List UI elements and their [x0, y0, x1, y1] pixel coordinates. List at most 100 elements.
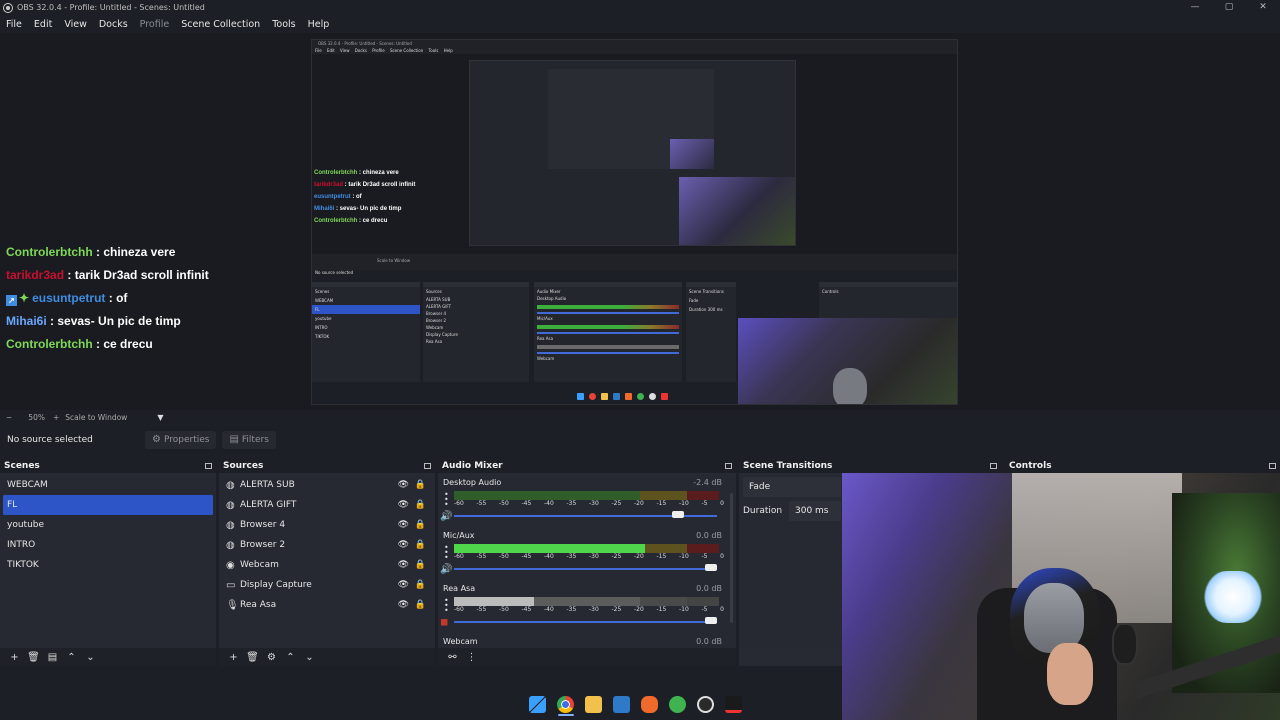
- obs-icon[interactable]: [697, 695, 714, 713]
- chevron-up-icon[interactable]: ⌃: [62, 652, 81, 663]
- nested-meter: [537, 345, 679, 349]
- chevron-down-icon[interactable]: ▼: [157, 413, 163, 422]
- chevron-down-icon[interactable]: ⌄: [81, 652, 100, 663]
- scene-item-tiktok[interactable]: TIKTOK: [0, 555, 216, 575]
- windows-start-icon[interactable]: [529, 695, 546, 713]
- lock-icon[interactable]: 🔒: [415, 500, 426, 510]
- menu-profile[interactable]: Profile: [134, 19, 176, 30]
- source-item[interactable]: ◍ Browser 2 👁 🔒: [219, 535, 435, 555]
- add-icon[interactable]: +: [224, 652, 243, 663]
- minimize-button[interactable]: —: [1178, 0, 1212, 15]
- eye-icon[interactable]: 👁: [398, 600, 409, 610]
- more-icon[interactable]: ⋮: [462, 652, 481, 663]
- close-button[interactable]: ✕: [1246, 0, 1280, 15]
- duration-input[interactable]: 300 ms: [789, 501, 841, 521]
- volume-slider[interactable]: [454, 568, 717, 570]
- menu-edit[interactable]: Edit: [28, 19, 58, 30]
- channel-menu-icon[interactable]: • • •: [444, 491, 449, 509]
- add-icon[interactable]: +: [5, 652, 24, 663]
- source-item[interactable]: ◉ Webcam 👁 🔒: [219, 555, 435, 575]
- menu-file[interactable]: File: [0, 19, 28, 30]
- trash-icon[interactable]: 🗑: [243, 652, 262, 663]
- speaker-icon[interactable]: 🔊: [440, 511, 452, 522]
- lock-icon[interactable]: 🔒: [415, 600, 426, 610]
- source-item[interactable]: ◍ Browser 4 👁 🔒: [219, 515, 435, 535]
- scene-item-fl[interactable]: FL: [3, 495, 213, 515]
- volume-slider-handle[interactable]: [705, 617, 717, 624]
- nested-transition-type: Fade: [689, 298, 699, 303]
- chevron-up-icon[interactable]: ⌃: [281, 652, 300, 663]
- scenes-toolbar: + 🗑 ▤ ⌃ ⌄: [0, 648, 216, 666]
- source-item[interactable]: 🎙 Rea Asa 👁 🔒: [219, 595, 435, 615]
- eye-icon[interactable]: 👁: [398, 480, 409, 490]
- nested-panel-title: Scenes: [315, 289, 330, 294]
- scene-item-youtube[interactable]: youtube: [0, 515, 216, 535]
- undock-icon[interactable]: [990, 462, 997, 469]
- chevron-down-icon[interactable]: ⌄: [300, 652, 319, 663]
- link-icon[interactable]: ⚯: [443, 652, 462, 663]
- channel-db: 0.0 dB: [696, 637, 722, 646]
- eye-icon[interactable]: 👁: [398, 540, 409, 550]
- red-app-icon[interactable]: [725, 695, 742, 713]
- speaker-icon[interactable]: 🔊: [440, 564, 452, 575]
- lock-icon[interactable]: 🔒: [415, 480, 426, 490]
- eye-icon[interactable]: 👁: [398, 500, 409, 510]
- source-item[interactable]: ◍ ALERTA SUB 👁 🔒: [219, 475, 435, 495]
- eye-icon[interactable]: 👁: [398, 520, 409, 530]
- source-item[interactable]: ▭ Display Capture 👁 🔒: [219, 575, 435, 595]
- channel-menu-icon[interactable]: • • •: [444, 597, 449, 615]
- menu-tools[interactable]: Tools: [266, 19, 301, 30]
- menu-view[interactable]: View: [58, 19, 93, 30]
- lock-icon[interactable]: 🔒: [415, 580, 426, 590]
- undock-icon[interactable]: [725, 462, 732, 469]
- volume-slider-handle[interactable]: [672, 511, 685, 518]
- eye-icon[interactable]: 👁: [398, 580, 409, 590]
- program-preview[interactable]: Controlerbtchh : chineza vere tarikdr3ad…: [0, 33, 1280, 410]
- properties-button[interactable]: ⚙ Properties: [145, 430, 217, 449]
- meter-ticks: -60 -55 -50 -45 -40 -35 -30 -25 -20 -15 -10 -5 0: [454, 500, 724, 507]
- file-explorer-icon[interactable]: [585, 695, 602, 713]
- zoom-out-button[interactable]: −: [6, 413, 12, 422]
- undock-icon[interactable]: [424, 462, 431, 469]
- chat-username: tarikdr3ad: [6, 268, 65, 282]
- chat-message: : of: [105, 291, 128, 305]
- transition-select[interactable]: Fade: [743, 477, 841, 497]
- chat-username: Controlerbtchh: [6, 337, 93, 351]
- maximize-button[interactable]: ▢: [1212, 0, 1246, 15]
- lock-icon[interactable]: 🔒: [415, 520, 426, 530]
- eye-icon[interactable]: 👁: [398, 560, 409, 570]
- gear-icon[interactable]: ⚙: [262, 652, 281, 663]
- chrome-icon[interactable]: [557, 695, 574, 713]
- brave-browser-icon[interactable]: [641, 695, 658, 713]
- meter-tick: -25: [611, 553, 622, 560]
- properties-label: Properties: [163, 434, 210, 445]
- source-item[interactable]: ◍ ALERTA GIFT 👁 🔒: [219, 495, 435, 515]
- menu-docks[interactable]: Docks: [93, 19, 134, 30]
- scale-mode[interactable]: Scale to Window: [65, 413, 127, 422]
- channel-menu-icon[interactable]: • • •: [444, 544, 449, 562]
- filters-button[interactable]: ▤ Filters: [222, 430, 276, 449]
- nested-source-item: ALERTA SUB: [426, 297, 451, 302]
- trash-icon[interactable]: 🗑: [24, 652, 43, 663]
- speaker-muted-icon[interactable]: ◼: [440, 617, 448, 628]
- green-app-icon[interactable]: [669, 695, 686, 713]
- volume-slider-handle[interactable]: [705, 564, 717, 571]
- lock-icon[interactable]: 🔒: [415, 540, 426, 550]
- browser-icon: ◍: [226, 499, 235, 511]
- scene-item-webcam[interactable]: WEBCAM: [0, 475, 216, 495]
- zoom-in-button[interactable]: +: [53, 413, 59, 422]
- undock-icon[interactable]: [205, 462, 212, 469]
- nested-menu-item: Docks: [354, 48, 367, 53]
- menu-scene-collection[interactable]: Scene Collection: [175, 19, 266, 30]
- dock-title: Scene Transitions: [743, 460, 833, 471]
- meter-tick: -15: [656, 553, 667, 560]
- scenes-list: WEBCAM FL youtube INTRO TIKTOK: [0, 475, 216, 648]
- code-editor-icon[interactable]: [613, 695, 630, 713]
- volume-slider[interactable]: [454, 621, 717, 623]
- nested-preview-level2: [469, 60, 796, 246]
- scene-item-intro[interactable]: INTRO: [0, 535, 216, 555]
- filter-icon[interactable]: ▤: [43, 652, 62, 663]
- menu-help[interactable]: Help: [302, 19, 336, 30]
- undock-icon[interactable]: [1269, 462, 1276, 469]
- lock-icon[interactable]: 🔒: [415, 560, 426, 570]
